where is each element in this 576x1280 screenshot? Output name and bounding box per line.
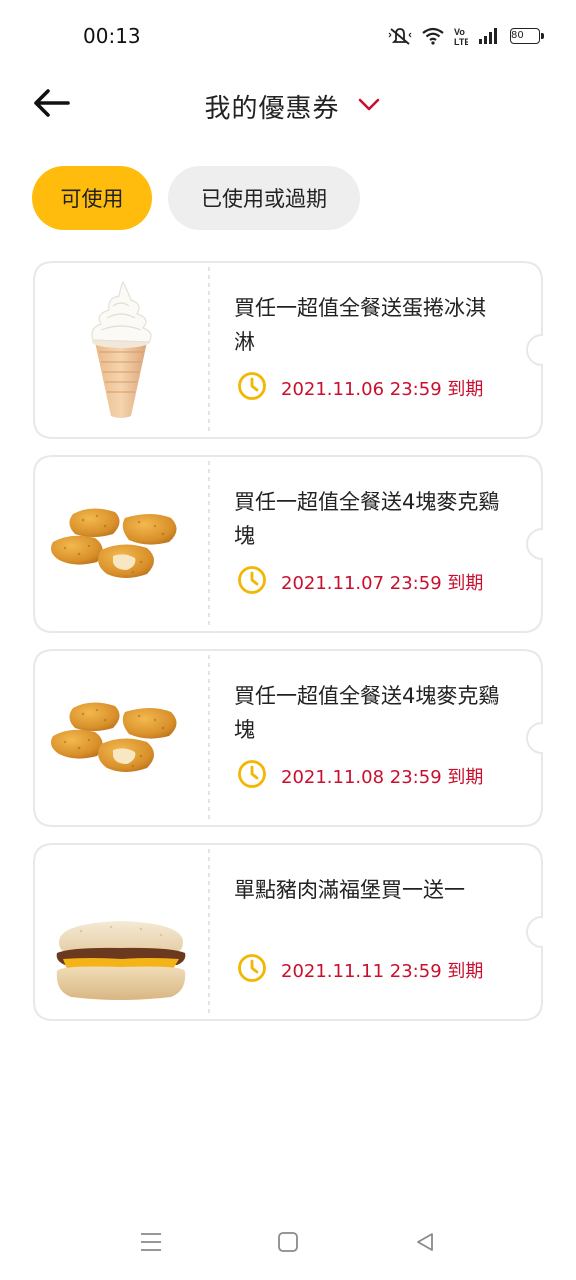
coupon-card[interactable]: 買任一超值全餐送4塊麥克鷄塊 2021.11.08 23:59 到期 bbox=[33, 649, 543, 827]
coupon-type-selector[interactable]: 我的優惠券 bbox=[0, 70, 576, 142]
coupon-expiry: 2021.11.08 23:59 到期 bbox=[237, 759, 483, 793]
menu-button[interactable] bbox=[131, 1224, 171, 1264]
coupon-card[interactable]: 買任一超值全餐送4塊麥克鷄塊 2021.11.07 23:59 到期 bbox=[33, 455, 543, 633]
expiry-text: 2021.11.07 23:59 到期 bbox=[281, 573, 484, 594]
coupon-title: 單點豬肉滿福堡買一送一 bbox=[234, 878, 465, 902]
coupon-tabs: 可使用 已使用或過期 bbox=[32, 166, 360, 230]
menu-icon bbox=[139, 1231, 163, 1257]
coupon-title: 買任一超值全餐送蛋捲冰淇淋 bbox=[234, 296, 486, 354]
status-time: 00:13 bbox=[83, 24, 141, 48]
coupon-card[interactable]: 單點豬肉滿福堡買一送一 2021.11.11 23:59 到期 bbox=[33, 843, 543, 1021]
back-arrow-icon bbox=[32, 88, 70, 122]
status-bar: 00:13 Vo LTE 80 bbox=[0, 0, 576, 70]
tab-used-or-expired[interactable]: 已使用或過期 bbox=[168, 166, 360, 230]
mute-icon bbox=[388, 26, 412, 46]
system-nav-bar bbox=[0, 1210, 576, 1280]
battery-icon: 80 bbox=[510, 28, 544, 44]
screen: 00:13 Vo LTE 80 我的優惠券 可使用 已使用或過期 買任一超值全餐… bbox=[0, 0, 576, 1280]
coupon-card[interactable]: 買任一超值全餐送蛋捲冰淇淋 2021.11.06 23:59 到期 bbox=[33, 261, 543, 439]
home-button[interactable] bbox=[268, 1224, 308, 1264]
coupon-title: 買任一超值全餐送4塊麥克鷄塊 bbox=[234, 684, 500, 742]
sausage-muffin-image bbox=[43, 857, 199, 1007]
signal-icon bbox=[478, 27, 500, 45]
expiry-text: 2021.11.11 23:59 到期 bbox=[281, 961, 484, 982]
chicken-nuggets-image bbox=[43, 663, 199, 813]
clock-icon bbox=[237, 371, 267, 405]
nav-back-button[interactable] bbox=[405, 1224, 445, 1264]
home-icon bbox=[277, 1231, 299, 1257]
svg-text:LTE: LTE bbox=[454, 37, 468, 46]
coupon-expiry: 2021.11.11 23:59 到期 bbox=[237, 953, 483, 987]
page-title: 我的優惠券 bbox=[204, 93, 340, 124]
clock-icon bbox=[237, 953, 267, 987]
expiry-text: 2021.11.06 23:59 到期 bbox=[281, 379, 484, 400]
expiry-text: 2021.11.08 23:59 到期 bbox=[281, 767, 484, 788]
ice-cream-cone-image bbox=[43, 275, 199, 425]
back-icon bbox=[414, 1231, 436, 1257]
tab-available[interactable]: 可使用 bbox=[32, 166, 152, 230]
coupon-expiry: 2021.11.07 23:59 到期 bbox=[237, 565, 483, 599]
back-button[interactable] bbox=[28, 84, 74, 126]
clock-icon bbox=[237, 759, 267, 793]
chicken-nuggets-image bbox=[43, 469, 199, 619]
wifi-icon bbox=[422, 27, 444, 45]
volte-icon: Vo LTE bbox=[454, 26, 468, 46]
chevron-down-icon bbox=[358, 97, 380, 116]
svg-text:Vo: Vo bbox=[454, 27, 465, 37]
clock-icon bbox=[237, 565, 267, 599]
coupon-title: 買任一超值全餐送4塊麥克鷄塊 bbox=[234, 490, 500, 548]
status-icons: Vo LTE 80 bbox=[388, 24, 544, 48]
coupon-expiry: 2021.11.06 23:59 到期 bbox=[237, 371, 483, 405]
coupon-list: 買任一超值全餐送蛋捲冰淇淋 2021.11.06 23:59 到期 買任一超值全… bbox=[33, 261, 543, 1037]
header: 我的優惠券 bbox=[0, 70, 576, 142]
